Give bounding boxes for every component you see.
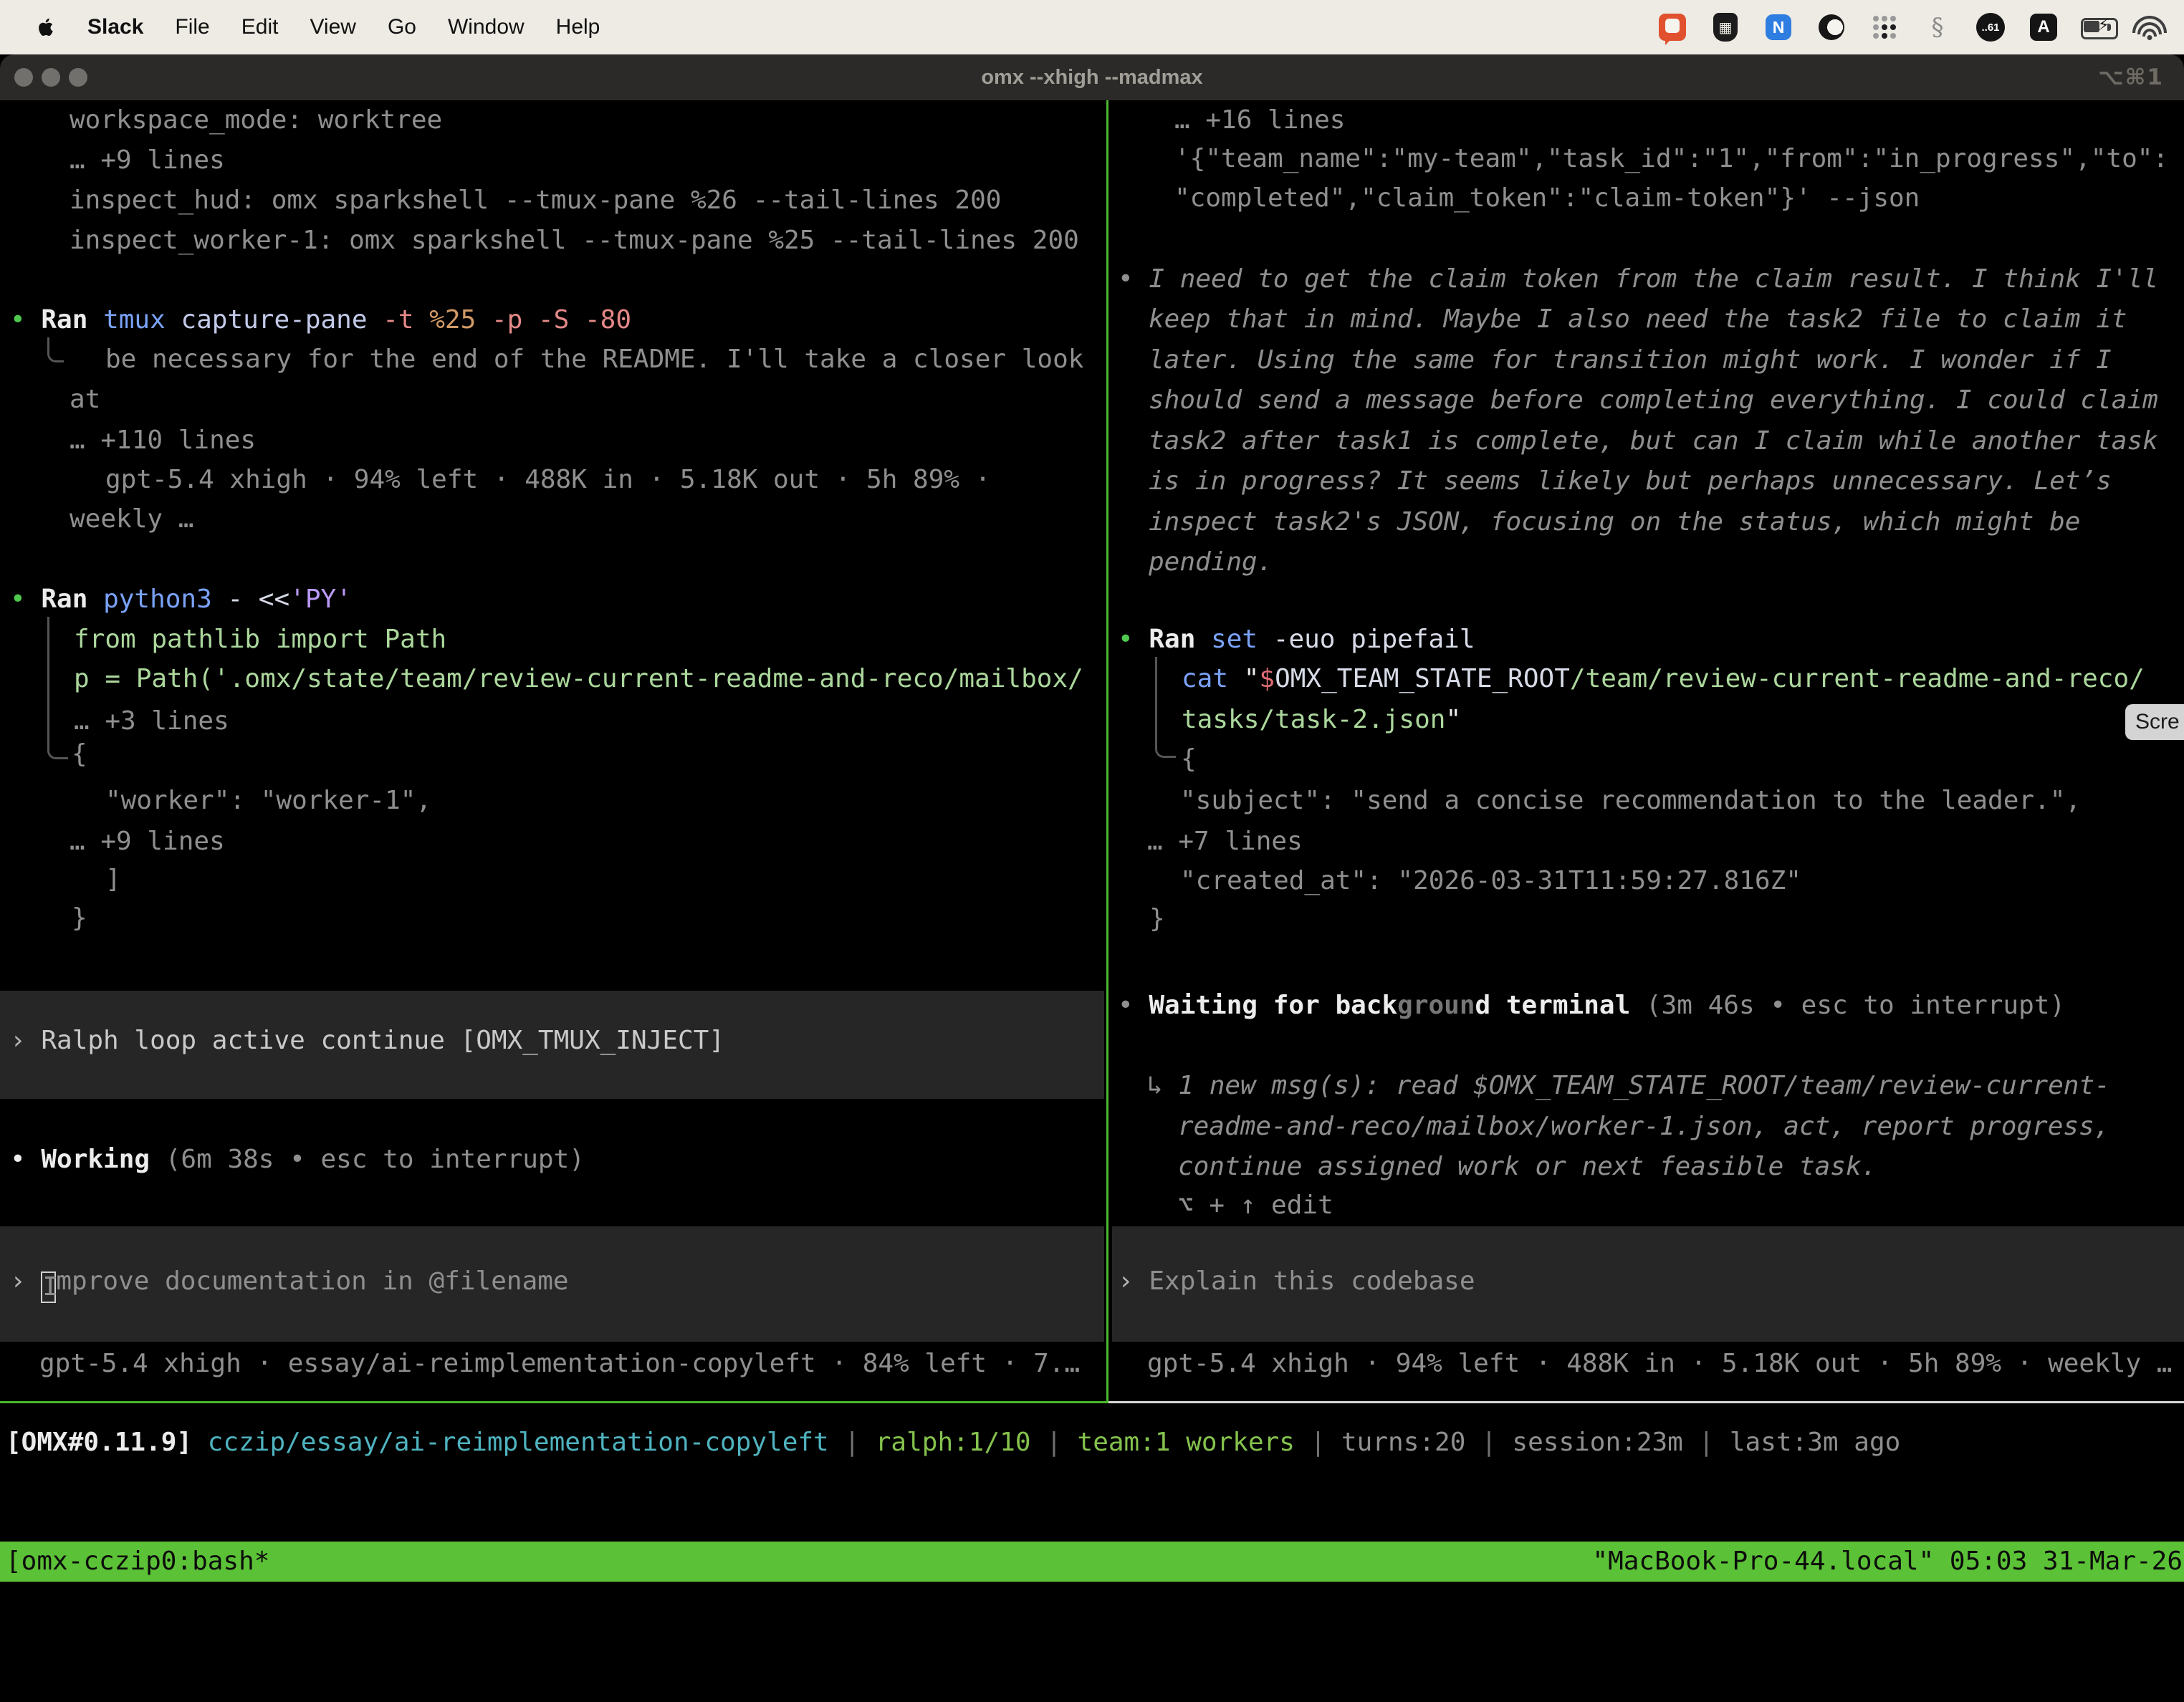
terminal-line: … +110 lines — [70, 420, 256, 461]
terminal-line: from pathlib import Path — [74, 620, 446, 660]
menu-item-window[interactable]: Window — [448, 15, 525, 39]
terminal-line: • I need to get the claim token from the… — [1118, 259, 2158, 299]
menu-item-edit[interactable]: Edit — [241, 15, 279, 39]
terminal-line: • Ran set -euo pipefail — [1118, 620, 1475, 660]
menu-bar: Slack File Edit View Go Window Help ▦ N § ..61 A ⚡ — [0, 0, 2184, 54]
terminal-line: { — [72, 734, 87, 774]
pane-border-bottom-right — [1108, 1401, 2184, 1403]
dots-grid-icon[interactable] — [1869, 11, 1900, 43]
tmux-session-label: [omx-cczip0:bash* — [6, 1542, 269, 1582]
terminal-line: … +3 lines — [74, 701, 229, 741]
terminal-line: gpt-5.4 xhigh · 94% left · 488K in · 5.1… — [1147, 1344, 2172, 1384]
tmux-status-bar: [omx-cczip0:bash* "MacBook-Pro-44.local"… — [0, 1542, 2184, 1582]
terminal-line: › Ralph loop active continue [OMX_TMUX_I… — [10, 1021, 724, 1061]
menu-item-go[interactable]: Go — [388, 15, 416, 39]
terminal-line: › Improve documentation in @filename — [10, 1261, 569, 1302]
apple-icon[interactable] — [37, 16, 56, 38]
shield-icon[interactable]: ▦ — [1710, 11, 1741, 43]
moon-icon[interactable] — [1816, 11, 1847, 43]
terminal-line: should send a message before completing … — [1149, 380, 2158, 420]
omx-status-line: [OMX#0.11.9] cczip/essay/ai-reimplementa… — [6, 1423, 1900, 1463]
terminal-line: p = Path('.omx/state/team/review-current… — [74, 659, 1083, 699]
terminal-line: • Waiting for background terminal (3m 46… — [1118, 986, 2065, 1026]
terminal-line: '{"team_name":"my-team","task_id":"1","f… — [1174, 139, 2168, 179]
terminal-line: … +7 lines — [1147, 822, 1303, 862]
tmux-host-clock-label: "MacBook-Pro-44.local" 05:03 31-Mar-26 — [1592, 1542, 2183, 1582]
terminal-line: "subject": "send a concise recommendatio… — [1180, 781, 2081, 821]
terminal-line: gpt-5.4 xhigh · 94% left · 488K in · 5.1… — [105, 460, 990, 500]
menu-item-help[interactable]: Help — [556, 15, 600, 39]
window-title: omx --xhigh --madmax — [0, 54, 2184, 100]
chat-icon[interactable] — [1657, 11, 1688, 43]
terminal-line: readme-and-reco/mailbox/worker-1.json, a… — [1178, 1107, 2109, 1147]
terminal-line: at — [70, 380, 100, 420]
terminal-line: … +9 lines — [70, 822, 225, 862]
terminal-line: pending. — [1149, 542, 1273, 582]
battery-icon[interactable]: ⚡ — [2081, 11, 2112, 43]
terminal-line: • Working (6m 38s • esc to interrupt) — [10, 1140, 585, 1180]
terminal-line: tasks/task-2.json" — [1182, 700, 1461, 740]
terminal-line: inspect_hud: omx sparkshell --tmux-pane … — [70, 181, 1001, 221]
terminal-line: gpt-5.4 xhigh · essay/ai-reimplementatio… — [39, 1344, 1080, 1384]
menu-status-icons: ▦ N § ..61 A ⚡ — [1657, 11, 2184, 43]
nav-blue-icon[interactable]: N — [1763, 11, 1794, 43]
terminal-line: workspace_mode: worktree — [70, 100, 442, 140]
terminal-line: ↳ 1 new msg(s): read $OMX_TEAM_STATE_ROO… — [1147, 1066, 2110, 1106]
menu-left: Slack File Edit View Go Window Help — [0, 15, 600, 39]
terminal-line: › Explain this codebase — [1118, 1261, 1475, 1302]
terminal-line: ] — [105, 860, 121, 900]
keyboard-a-icon[interactable]: A — [2028, 11, 2059, 43]
screen-notification-tooltip: Scre — [2125, 704, 2184, 740]
terminal-line: … +16 lines — [1174, 100, 1345, 140]
terminal-line: keep that in mind. Maybe I also need the… — [1149, 299, 2127, 340]
wifi-icon[interactable] — [2134, 11, 2165, 43]
menu-item-slack[interactable]: Slack — [87, 15, 143, 39]
terminal-line: later. Using the same for transition mig… — [1149, 340, 2112, 380]
window-shortcut-badge: ⌥⌘1 — [2098, 54, 2164, 100]
terminal-line: weekly … — [70, 499, 193, 539]
terminal-line: ⌥ + ↑ edit — [1178, 1186, 1333, 1226]
terminal-line: "worker": "worker-1", — [105, 781, 431, 821]
terminal-line: is in progress? It seems likely but perh… — [1149, 461, 2112, 501]
menu-item-view[interactable]: View — [310, 15, 355, 39]
squiggle-icon[interactable]: § — [1922, 11, 1953, 43]
terminal-line: "completed","claim_token":"claim-token"}… — [1174, 178, 1920, 218]
terminal-line: continue assigned work or next feasible … — [1178, 1147, 1877, 1187]
terminal-line: cat "$OMX_TEAM_STATE_ROOT/team/review-cu… — [1182, 659, 2145, 699]
terminal-line: } — [72, 898, 87, 938]
terminal-line: … +9 lines — [70, 140, 225, 181]
menu-item-file[interactable]: File — [175, 15, 209, 39]
screen: Slack File Edit View Go Window Help ▦ N § ..61 A ⚡… — [0, 0, 2184, 1599]
terminal-line: be necessary for the end of the README. … — [105, 340, 1083, 380]
terminal-line: inspect_worker-1: omx sparkshell --tmux-… — [70, 221, 1079, 261]
terminal-line: • Ran tmux capture-pane -t %25 -p -S -80 — [10, 300, 631, 340]
terminal-line: "created_at": "2026-03-31T11:59:27.816Z" — [1180, 861, 1801, 901]
text-cursor: I — [41, 1271, 56, 1303]
terminal-line: • Ran python3 - <<'PY' — [10, 580, 352, 620]
title-bar[interactable]: omx --xhigh --madmax ⌥⌘1 — [0, 54, 2184, 100]
terminal-line: inspect task2's JSON, focusing on the st… — [1149, 502, 2080, 542]
terminal-line: } — [1149, 899, 1165, 939]
badge-61-icon[interactable]: ..61 — [1975, 11, 2006, 43]
pane-border-bottom-left — [0, 1401, 1108, 1403]
terminal-line: task2 after task1 is complete, but can I… — [1149, 421, 2158, 461]
pane-divider[interactable] — [1106, 100, 1108, 1403]
terminal-line: { — [1181, 739, 1197, 779]
